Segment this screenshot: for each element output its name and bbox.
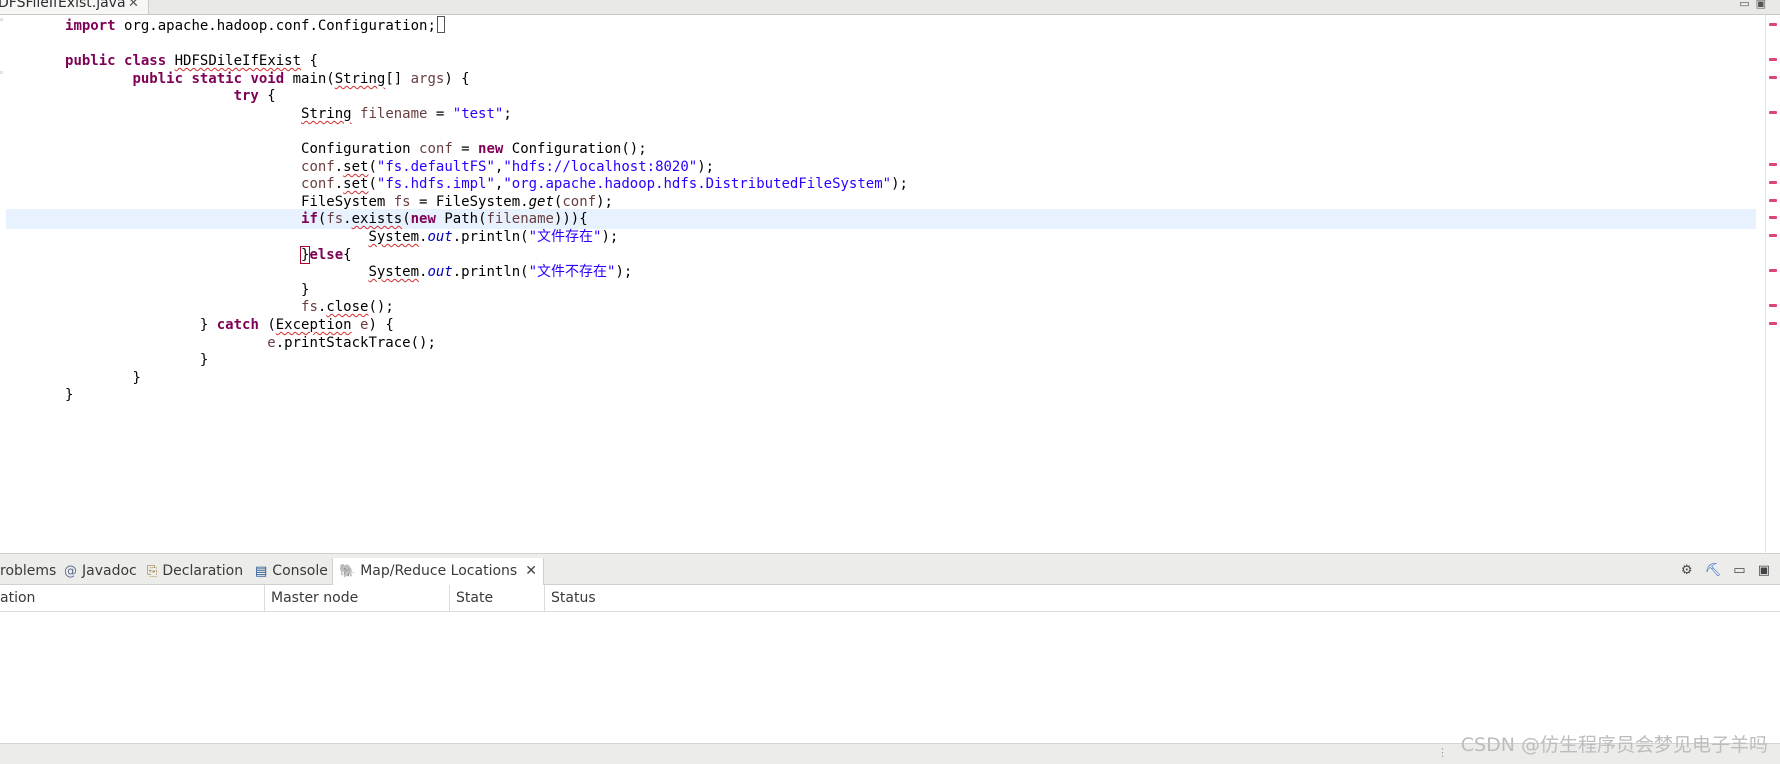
warning-marker[interactable] (1769, 304, 1777, 307)
code-line: try { (233, 88, 276, 104)
text-caret (436, 16, 445, 33)
warning-marker[interactable] (1769, 58, 1777, 61)
warning-marker[interactable] (1769, 163, 1777, 166)
fold-marker-icon[interactable]: ◦ (0, 69, 4, 79)
column-header-status[interactable]: Status (545, 585, 1780, 611)
fold-marker-icon[interactable]: ◦ (0, 16, 4, 26)
new-location-icon[interactable]: ⚙ (1681, 563, 1693, 578)
column-header-state[interactable]: State (450, 585, 545, 611)
editor-tab-label: DFSFileIfExist.java (0, 0, 126, 11)
watermark: CSDN @仿生程序员会梦见电子羊吗 (1460, 734, 1768, 756)
overview-ruler[interactable] (1765, 15, 1780, 553)
code-line: } catch (Exception e) { (199, 317, 394, 333)
warning-marker[interactable] (1769, 199, 1777, 202)
editor-tab-bar: DFSFileIfExist.java ✕ ▭▣ (0, 0, 1780, 15)
column-header-location[interactable]: ation (0, 585, 265, 611)
warning-marker[interactable] (1769, 269, 1777, 272)
status-bar-grip[interactable]: ⋮ (1437, 746, 1448, 759)
code-line: String filename = "test"; (301, 106, 512, 122)
minimize-icon[interactable]: ▭ (1733, 563, 1745, 578)
code-line: System.out.println("文件不存在"); (368, 264, 633, 280)
warning-marker[interactable] (1769, 322, 1777, 325)
code-line: fs.close(); (301, 299, 394, 315)
maximize-icon[interactable]: ▣ (1758, 563, 1770, 578)
code-editor[interactable]: ◦ ◦ import org.apache.hadoop.conf.Config… (0, 15, 1780, 553)
warning-marker[interactable] (1769, 111, 1777, 114)
panel-toolbar: ⚙ ⛏ ▭ ▣ (1673, 558, 1770, 584)
close-icon[interactable]: ✕ (128, 0, 139, 10)
warning-marker[interactable] (1769, 234, 1777, 237)
declaration-icon: ⎘ (147, 564, 158, 579)
warning-marker[interactable] (1769, 23, 1777, 26)
close-icon[interactable]: ✕ (525, 563, 537, 579)
bottom-panel-tab-bar: roblems @ Javadoc ⎘ Declaration ▤ Console 🐘… (0, 558, 1780, 585)
locations-table-body[interactable] (0, 612, 1780, 743)
code-line: conf.set("fs.hdfs.impl","org.apache.hado… (301, 176, 908, 192)
code-line: public class HDFSDileIfExist { (65, 53, 318, 69)
tab-console[interactable]: ▤ Console (255, 558, 328, 584)
javadoc-icon: @ (64, 564, 77, 579)
warning-marker[interactable] (1769, 76, 1777, 79)
console-icon: ▤ (255, 564, 268, 579)
tab-map-reduce-locations[interactable]: 🐘 Map/Reduce Locations ✕ (332, 558, 544, 585)
code-line: import org.apache.hadoop.conf.Configurat… (6, 16, 1756, 36)
editor-tab-hdfs-file[interactable]: DFSFileIfExist.java ✕ (0, 0, 149, 14)
code-line-current: if(fs.exists(new Path(filename))){ (6, 209, 1756, 229)
editor-minimize-maximize-icons[interactable]: ▭▣ (1739, 0, 1772, 10)
tab-declaration[interactable]: ⎘ Declaration (147, 558, 243, 584)
column-header-master-node[interactable]: Master node (265, 585, 450, 611)
warning-marker[interactable] (1769, 181, 1777, 184)
code-line: System.out.println("文件存在"); (368, 229, 619, 245)
tab-javadoc[interactable]: @ Javadoc (64, 558, 137, 584)
edit-location-icon[interactable]: ⛏ (1705, 563, 1722, 578)
code-line: } (65, 387, 74, 403)
code-line: Configuration conf = new Configuration()… (301, 141, 647, 157)
tab-problems[interactable]: roblems (0, 558, 56, 584)
code-line: } (199, 352, 209, 368)
hadoop-elephant-icon: 🐘 (339, 564, 356, 579)
warning-marker[interactable] (1769, 216, 1777, 219)
locations-table-header: ation Master node State Status (0, 585, 1780, 612)
